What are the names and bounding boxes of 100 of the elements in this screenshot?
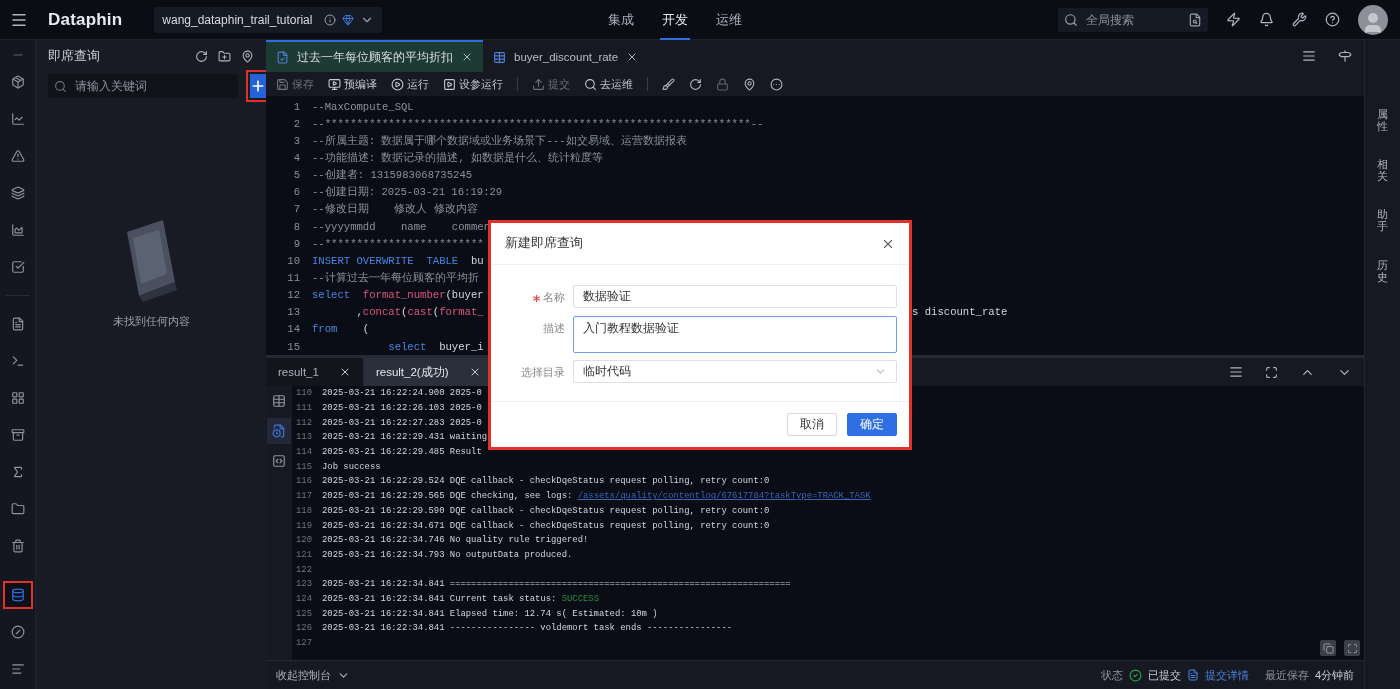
line-number: 13	[286, 306, 301, 319]
code-line: --创建者: 1315983068735245	[312, 169, 473, 182]
signpost-icon[interactable]	[1338, 49, 1352, 63]
table-icon	[493, 50, 506, 64]
side-tab[interactable]: 历史	[1377, 258, 1388, 283]
result-tab[interactable]: result_1	[266, 358, 364, 386]
keyword-search-input[interactable]: 请输入关键词	[73, 78, 232, 94]
confirm-button[interactable]: 确定	[847, 413, 897, 436]
collapse-console-button[interactable]: 收起控制台	[276, 667, 331, 683]
close-icon[interactable]	[461, 51, 473, 63]
submit-details-link[interactable]: 提交详情	[1204, 667, 1249, 683]
lightning-icon[interactable]	[1226, 12, 1241, 27]
document-icon	[1186, 669, 1199, 681]
side-tab[interactable]: 属性	[1377, 108, 1388, 133]
lock-icon[interactable]	[716, 77, 729, 91]
panel-title: 即席查询	[48, 47, 101, 65]
log-line: 2025-03-21 16:22:34.841 ================================================================	[322, 579, 791, 590]
log-line: 2025-03-21 16:22:29.485 Result	[322, 447, 482, 458]
run-button[interactable]: 运行	[391, 76, 429, 92]
info-icon	[324, 13, 337, 26]
file-search-icon[interactable]	[1188, 12, 1202, 27]
app-logo[interactable]: Dataphin	[48, 9, 123, 30]
line-number: 116	[295, 476, 313, 487]
code-line: --计算过去一年每位顾客的平均折	[312, 271, 479, 284]
menu-icon[interactable]	[1302, 49, 1316, 63]
line-number: 3	[292, 134, 301, 147]
line-number: 4	[292, 152, 301, 164]
code-line: ,concat(cast(format_	[355, 306, 484, 319]
line-number: 111	[295, 403, 313, 414]
code-line: --修改日期 修改人 修改内容	[312, 203, 478, 216]
copy-icon[interactable]	[1320, 640, 1336, 656]
description-textarea[interactable]: 入门教程数据验证	[573, 316, 897, 353]
field-label: 选择目录	[520, 365, 566, 380]
refresh-icon[interactable]	[195, 49, 208, 63]
expand-icon[interactable]	[1344, 640, 1360, 656]
empty-message: 未找到任何内容	[112, 314, 190, 329]
project-selector[interactable]: wang_dataphin_trail_tutorial	[154, 6, 383, 33]
name-input[interactable]: 数据验证	[573, 285, 897, 308]
line-number: 14	[286, 323, 301, 336]
user-avatar[interactable]	[1358, 4, 1388, 35]
line-number: 6	[292, 186, 301, 199]
more-icon[interactable]	[770, 77, 783, 91]
wrench-icon[interactable]	[1292, 12, 1307, 27]
search-icon	[54, 79, 67, 93]
directory-select[interactable]: 临时代码	[573, 360, 897, 383]
save-time: 4分钟前	[1314, 667, 1354, 683]
notification-icon[interactable]	[1259, 12, 1274, 27]
code-fragment: s discount_rate	[912, 306, 1008, 319]
diamond-icon	[342, 13, 355, 26]
locate-icon[interactable]	[241, 49, 254, 63]
menu-icon[interactable]	[1229, 365, 1243, 379]
line-number: 127	[295, 638, 313, 649]
log-view-icon[interactable]	[267, 418, 291, 444]
required-icon	[533, 294, 540, 302]
keyword-search-field[interactable]: 请输入关键词	[48, 74, 238, 98]
side-tab[interactable]: 助手	[1377, 208, 1388, 233]
editor-tab[interactable]: 过去一年每位顾客的平均折扣	[266, 40, 483, 72]
code-line: --*************************	[312, 237, 484, 250]
line-number: 11	[286, 271, 301, 284]
ops-button[interactable]: 去运维	[584, 76, 633, 92]
nav-tab[interactable]: 运维	[714, 0, 745, 40]
code-line: --*******************************************************************--	[312, 117, 764, 130]
log-line: 2025-03-21 16:22:29.524 DQE callback - checkDqeStatus request polling, retry count:0	[322, 476, 770, 487]
log-line: 2025-03-21 16:22:29.431 waiting	[322, 432, 488, 443]
line-number: 10	[286, 254, 301, 267]
help-icon[interactable]	[1325, 12, 1340, 27]
editor-tab[interactable]: buyer_discount_rate	[483, 40, 649, 72]
line-number: 122	[295, 564, 313, 575]
code-line: INSERT OVERWRITE TABLE bu	[312, 254, 484, 267]
line-number: 110	[295, 388, 313, 399]
status-value: 已提交	[1147, 667, 1181, 683]
code-line: select format_number(buyer	[312, 289, 484, 302]
code-line: --所属主题: 数据属于哪个数据域或业务场景下---如交易域、运营数据报表	[312, 134, 687, 147]
global-search-input[interactable]: 全局搜索	[1084, 11, 1182, 28]
side-tab[interactable]: 相关	[1377, 158, 1388, 183]
line-number: 12	[286, 289, 301, 302]
line-number: 118	[295, 505, 313, 516]
new-folder-icon[interactable]	[218, 49, 231, 63]
plus-icon	[250, 78, 266, 94]
line-number: 123	[295, 579, 313, 590]
line-number: 15	[286, 340, 301, 353]
global-search-field[interactable]: 全局搜索	[1058, 7, 1208, 32]
fullscreen-icon[interactable]	[1265, 365, 1278, 379]
line-number: 2	[292, 117, 301, 130]
precompile-button[interactable]: 预编译	[328, 76, 377, 92]
locate-icon[interactable]	[743, 77, 756, 91]
log-line: 2025-03-21 16:22:29.565 DQE checking, see logs: /assets/quality/contentlog/67617784?taskType=TRACK_TASK	[322, 491, 871, 502]
line-number: 124	[295, 593, 313, 604]
nav-tab[interactable]: 集成	[606, 0, 637, 40]
line-number: 8	[292, 220, 301, 233]
status-label: 状态	[1100, 667, 1123, 683]
line-number: 114	[295, 447, 313, 458]
check-icon	[1128, 668, 1142, 682]
brush-icon[interactable]	[662, 77, 675, 91]
cancel-button[interactable]: 取消	[787, 413, 837, 436]
log-line: 2025-03-21 16:22:34.746 No quality rule triggered!	[322, 535, 589, 546]
refresh-icon[interactable]	[689, 77, 702, 91]
log-line: 2025-03-21 16:22:34.841 Current task status: SUCCESS	[322, 593, 599, 604]
database-icon[interactable]	[2, 581, 33, 609]
param-run-button[interactable]: 设参运行	[443, 76, 503, 92]
